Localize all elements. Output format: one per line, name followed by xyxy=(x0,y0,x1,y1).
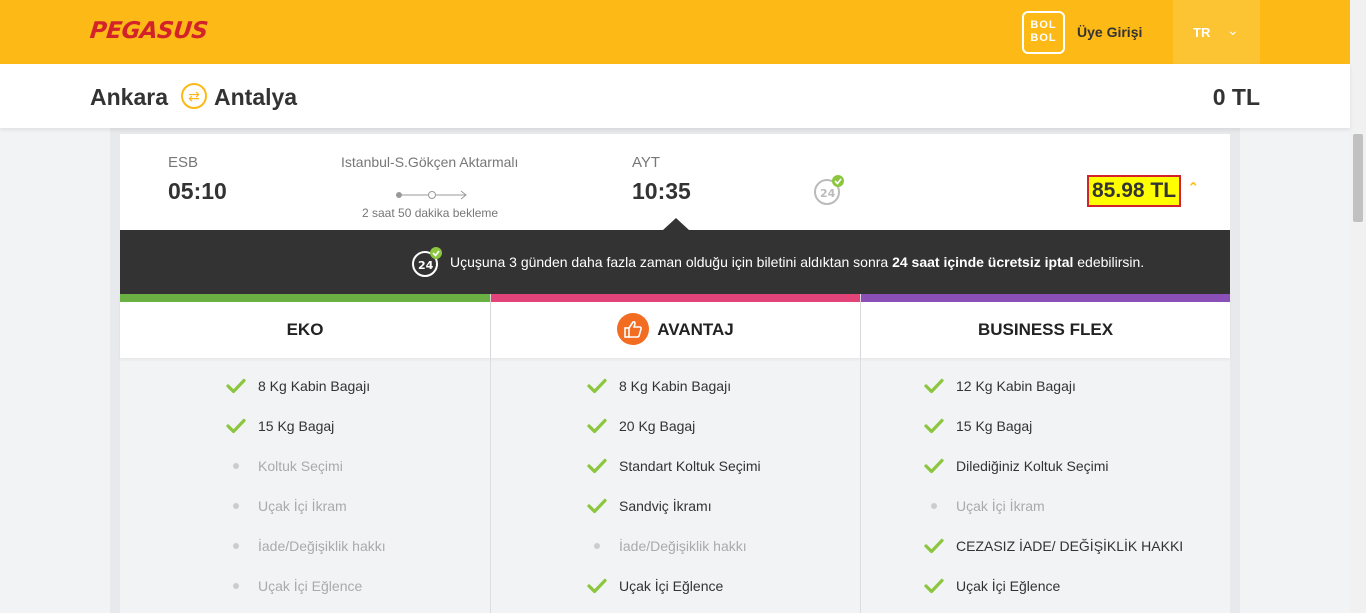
feature-item: 15 Kg Bagaj xyxy=(922,406,1032,446)
feature-item: Uçak İçi Eğlence xyxy=(922,566,1060,606)
flight-price[interactable]: 85.98 TL xyxy=(1087,175,1182,207)
feature-item: Sandviç İkramı xyxy=(585,486,712,526)
feature-item: 8 Kg Kabin Bagajı xyxy=(224,366,370,406)
language-selector[interactable]: TR ⌄ xyxy=(1173,0,1260,64)
route-destination: Antalya xyxy=(214,84,298,110)
svg-text:24: 24 xyxy=(820,187,836,200)
feature-item: 8 Kg Kabin Bagajı xyxy=(585,366,731,406)
feature-item: Dilediğiniz Koltuk Seçimi xyxy=(922,446,1109,486)
total-price: 0 TL xyxy=(1212,84,1260,110)
feature-item: Koltuk Seçimi xyxy=(224,446,343,486)
flight-row[interactable]: ESB 05:10 Istanbul-S.Gökçen Aktarmalı 2 … xyxy=(120,134,1230,230)
departure-code: ESB xyxy=(168,154,199,171)
feature-label: 20 Kg Bagaj xyxy=(619,418,696,434)
feature-label: Koltuk Seçimi xyxy=(258,458,343,474)
layover-duration: 2 saat 50 dakika bekleme xyxy=(362,206,499,220)
scrollbar-thumb[interactable] xyxy=(1353,134,1363,222)
feature-label: 8 Kg Kabin Bagajı xyxy=(619,378,732,394)
feature-label: Standart Koltuk Seçimi xyxy=(619,458,761,474)
check-icon xyxy=(922,458,946,474)
feature-item: 12 Kg Kabin Bagajı xyxy=(922,366,1076,406)
feature-item: İade/Değişiklik hakkı xyxy=(224,526,386,566)
check-icon xyxy=(922,418,946,434)
check-icon xyxy=(922,378,946,394)
free-cancel-notice: 24 Uçuşuna 3 günden daha fazla zaman old… xyxy=(120,230,1230,294)
notice-pointer xyxy=(663,218,689,230)
vertical-scrollbar[interactable] xyxy=(1350,0,1366,613)
package-avantaj-header: AVANTAJ xyxy=(491,294,860,358)
check-icon xyxy=(585,578,609,594)
feature-label: 8 Kg Kabin Bagajı xyxy=(258,378,371,394)
package-avantaj[interactable]: AVANTAJ 8 Kg Kabin Bagajı 20 Kg Bagaj Stan… xyxy=(490,294,860,613)
arrival-code: AYT xyxy=(632,154,661,171)
bolbol-logo[interactable]: BOL BOL xyxy=(1022,11,1065,54)
feature-label: 15 Kg Bagaj xyxy=(258,418,335,434)
dot-icon xyxy=(224,543,248,549)
top-bar: PEGASUS BOL BOL Üye Girişi TR ⌄ xyxy=(0,0,1350,64)
feature-item: İade/Değişiklik hakkı xyxy=(585,526,747,566)
feature-label: Dilediğiniz Koltuk Seçimi xyxy=(956,458,1109,474)
feature-label: Sandviç İkramı xyxy=(619,498,712,514)
chevron-down-icon: ⌄ xyxy=(1227,22,1239,38)
feature-label: Uçak İçi İkram xyxy=(956,498,1045,514)
check-icon xyxy=(922,538,946,554)
check-icon xyxy=(585,418,609,434)
bolbol-line-1: BOL xyxy=(1030,19,1057,31)
notice-text-bold: 24 saat içinde ücretsiz iptal xyxy=(892,254,1074,270)
feature-item: Uçak İçi İkram xyxy=(224,486,347,526)
package-business-title: BUSINESS FLEX xyxy=(861,294,1230,358)
transfer-info: Istanbul-S.Gökçen Aktarmalı xyxy=(341,154,519,170)
feature-label: İade/Değişiklik hakkı xyxy=(619,538,747,554)
dot-icon xyxy=(585,543,609,549)
check-icon xyxy=(224,378,248,394)
check-icon xyxy=(585,498,609,514)
swap-icon: ⇄ xyxy=(181,83,207,109)
check-icon xyxy=(224,418,248,434)
route-bar: Ankara ⇄ Antalya 0 TL xyxy=(0,64,1350,128)
member-login-link[interactable]: Üye Girişi xyxy=(1077,24,1142,40)
dot-icon xyxy=(224,463,248,469)
feature-label: Uçak İçi İkram xyxy=(258,498,347,514)
feature-item: 20 Kg Bagaj xyxy=(585,406,695,446)
package-eko-title: EKO xyxy=(120,294,490,358)
feature-item: Uçak İçi Eğlence xyxy=(585,566,723,606)
svg-text:24: 24 xyxy=(418,259,434,272)
feature-label: Uçak İçi Eğlence xyxy=(619,578,724,594)
dot-icon xyxy=(224,583,248,589)
dot-icon xyxy=(224,503,248,509)
notice-text-post: edebilirsin. xyxy=(1073,254,1145,270)
package-avantaj-title: AVANTAJ xyxy=(657,320,734,339)
free-cancel-24h-icon: 24 xyxy=(814,175,844,205)
pegasus-logo[interactable]: PEGASUS xyxy=(89,18,209,44)
check-icon xyxy=(922,578,946,594)
feature-item: Uçak İçi Eğlence xyxy=(224,566,362,606)
chevron-up-icon[interactable]: ˆ xyxy=(1190,180,1196,201)
dot-icon xyxy=(922,503,946,509)
feature-label: Uçak İçi Eğlence xyxy=(258,578,363,594)
feature-item: CEZASIZ İADE/ DEĞİŞİKLİK HAKKI xyxy=(922,526,1183,566)
feature-item: 15 Kg Bagaj xyxy=(224,406,334,446)
feature-label: 15 Kg Bagaj xyxy=(956,418,1033,434)
feature-item: Standart Koltuk Seçimi xyxy=(585,446,761,486)
departure-time: 05:10 xyxy=(168,178,227,204)
language-code: TR xyxy=(1193,25,1211,40)
thumbs-up-icon xyxy=(617,312,650,345)
feature-label: 12 Kg Kabin Bagajı xyxy=(956,378,1076,394)
route-origin: Ankara xyxy=(90,84,168,110)
feature-label: Uçak İçi Eğlence xyxy=(956,578,1061,594)
package-eko[interactable]: EKO 8 Kg Kabin Bagajı 15 Kg Bagaj Koltuk S… xyxy=(120,294,490,613)
feature-label: İade/Değişiklik hakkı xyxy=(258,538,386,554)
check-icon xyxy=(585,378,609,394)
package-business-flex[interactable]: BUSINESS FLEX 12 Kg Kabin Bagajı 15 Kg Ba… xyxy=(860,294,1230,613)
check-icon xyxy=(585,458,609,474)
free-cancel-24h-icon: 24 xyxy=(412,247,442,277)
feature-item: Uçak İçi İkram xyxy=(922,486,1045,526)
notice-text: Uçuşuna 3 günden daha fazla zaman olduğu… xyxy=(450,254,1144,270)
arrival-time: 10:35 xyxy=(632,178,691,204)
bolbol-line-2: BOL xyxy=(1030,32,1057,44)
notice-text-pre: Uçuşuna 3 günden daha fazla zaman olduğu… xyxy=(450,254,893,270)
flight-path-icon xyxy=(396,190,467,200)
feature-label: CEZASIZ İADE/ DEĞİŞİKLİK HAKKI xyxy=(956,538,1184,554)
